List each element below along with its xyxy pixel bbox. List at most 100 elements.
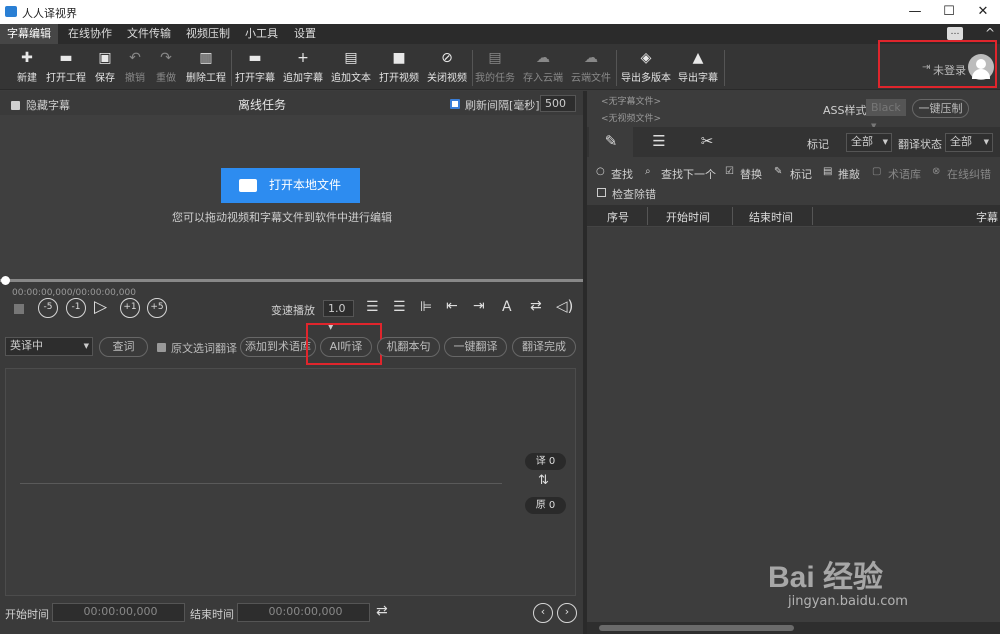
close-button[interactable]: ✕ xyxy=(974,3,992,21)
machine-translate-button[interactable]: 机翻本句 xyxy=(377,337,440,357)
tab-tools[interactable]: ✂ xyxy=(685,127,729,157)
menu-settings[interactable]: 设置 xyxy=(287,24,323,44)
online-correct-button[interactable]: 在线纠错 xyxy=(947,166,991,182)
swap-icon[interactable]: ⇄ xyxy=(530,298,542,314)
avatar[interactable] xyxy=(968,54,994,80)
tab-edit[interactable]: ✎ xyxy=(589,127,633,157)
open-local-file-button[interactable]: 打开本地文件 xyxy=(221,168,360,203)
edit-area[interactable]: 译 0 ⇅ 原 0 xyxy=(5,368,576,596)
align-middle-icon[interactable]: ☰ xyxy=(393,299,406,315)
orig-select-checkbox[interactable] xyxy=(157,343,166,352)
find-button[interactable]: 查找 xyxy=(611,166,633,182)
glossary-button[interactable]: 术语库 xyxy=(888,166,921,182)
prev-icon[interactable]: ‹ xyxy=(533,603,553,623)
menu-video-compress[interactable]: 视频压制 xyxy=(179,24,237,44)
rewind-1-icon[interactable]: -1 xyxy=(66,298,86,318)
rewind-5-icon[interactable]: -5 xyxy=(38,298,58,318)
review-button[interactable]: 推敲 xyxy=(838,166,860,182)
font-size-icon[interactable]: A xyxy=(502,299,512,315)
refresh-interval-input[interactable]: 500 xyxy=(540,95,576,112)
check-errors-checkbox[interactable] xyxy=(597,188,606,197)
stop-icon[interactable] xyxy=(14,304,24,314)
progress-track[interactable] xyxy=(0,279,583,282)
volume-icon[interactable]: ◁) xyxy=(556,297,573,315)
append-text-button[interactable]: ▤ 追加文本 xyxy=(330,48,372,88)
menu-subtitle-edit[interactable]: 字幕编辑 xyxy=(0,24,58,44)
replace-button[interactable]: 替换 xyxy=(740,166,762,182)
delete-project-button[interactable]: ▥ 删除工程 xyxy=(184,48,228,88)
scrollbar-thumb[interactable] xyxy=(599,625,794,631)
video-file-name: <无视频文件> xyxy=(601,114,662,124)
refresh-checkbox[interactable] xyxy=(450,99,460,109)
hide-subtitle-label: 隐藏字幕 xyxy=(26,99,70,112)
shift-right-icon[interactable]: ⇥ xyxy=(473,298,485,314)
toolbar: ✚ 新建 ▬ 打开工程 ▣ 保存 ↶ 撤销 ↷ 重做 ▥ 删除工程 ▬ 打开字幕 + 追加字幕 … xyxy=(0,40,1000,90)
menu-tools[interactable]: 小工具 xyxy=(238,24,285,44)
undo-button[interactable]: ↶ 撤销 xyxy=(120,48,150,88)
cloud-files-button[interactable]: ☁ 云端文件 xyxy=(570,48,612,88)
forward-5-icon[interactable]: +5 xyxy=(147,298,167,318)
tools-icon: ✂ xyxy=(700,132,714,150)
save-cloud-button[interactable]: ☁ 存入云端 xyxy=(522,48,564,88)
login-icon: ⇥ xyxy=(922,62,931,73)
video-area[interactable]: 打开本地文件 您可以拖动视频和字幕文件到软件中进行编辑 xyxy=(0,115,583,279)
find-next-button[interactable]: 查找下一个 xyxy=(661,166,716,182)
left-pane: 隐藏字幕 离线任务 刷新间隔[毫秒] 500 打开本地文件 您可以拖动视频和字幕… xyxy=(0,91,583,634)
align-center-icon[interactable]: ☰ xyxy=(366,299,379,315)
clipboard-icon: ▤ xyxy=(488,50,502,66)
maximize-button[interactable]: ☐ xyxy=(940,3,958,21)
tab-list[interactable]: ☰ xyxy=(637,127,681,157)
export-multi-version-button[interactable]: ◈ 导出多版本 xyxy=(620,48,672,88)
cloud-upload-icon: ☁ xyxy=(584,50,598,66)
mark-button[interactable]: 标记 xyxy=(790,166,812,182)
open-video-button[interactable]: ■ 打开视频 xyxy=(378,48,420,88)
forward-1-icon[interactable]: +1 xyxy=(120,298,140,318)
speed-select[interactable]: 1.0 ▼ xyxy=(323,300,354,331)
original-count-badge: 原 0 xyxy=(525,497,566,514)
watermark-brand: Bai 经验 xyxy=(768,561,884,594)
next-icon[interactable]: › xyxy=(557,603,577,623)
mark-filter-select[interactable]: 全部 ▼ xyxy=(846,133,892,152)
status-filter-select[interactable]: 全部 ▼ xyxy=(945,133,993,152)
shift-left-icon[interactable]: ⇤ xyxy=(446,298,458,314)
translate-done-button[interactable]: 翻译完成 xyxy=(512,337,576,357)
one-click-compress-button[interactable]: 一键压制 xyxy=(912,99,969,118)
close-video-button[interactable]: ⊘ 关闭视频 xyxy=(426,48,468,88)
trash-icon: ▥ xyxy=(199,50,213,66)
plus-icon: + xyxy=(297,50,309,66)
swap-time-icon[interactable]: ⇄ xyxy=(376,603,388,619)
horizontal-scrollbar[interactable] xyxy=(587,622,1000,634)
hide-subtitle-checkbox[interactable] xyxy=(11,101,20,110)
export-icon: ▲ xyxy=(692,50,704,66)
progress-handle[interactable] xyxy=(1,276,10,285)
one-click-translate-button[interactable]: 一键翻译 xyxy=(444,337,507,357)
menu-bar: 字幕编辑 在线协作 文件传输 视频压制 小工具 设置 … ^ xyxy=(0,24,1000,44)
start-time-input[interactable]: 00:00:00,000 xyxy=(52,603,185,622)
login-status[interactable]: 未登录 xyxy=(933,62,966,78)
open-project-button[interactable]: ▬ 打开工程 xyxy=(44,48,88,88)
save-button[interactable]: ▣ 保存 xyxy=(90,48,120,88)
menu-online-collab[interactable]: 在线协作 xyxy=(61,24,119,44)
align-left-icon[interactable]: ⊫ xyxy=(420,299,432,315)
new-button[interactable]: ✚ 新建 xyxy=(12,48,42,88)
language-select[interactable]: 英译中 ▼ xyxy=(5,337,93,356)
ass-style-select[interactable]: Black ▼ xyxy=(866,99,906,130)
minimize-button[interactable]: — xyxy=(906,3,924,21)
export-subtitle-button[interactable]: ▲ 导出字幕 xyxy=(676,48,720,88)
query-word-button[interactable]: 查词 xyxy=(99,337,148,357)
add-glossary-button[interactable]: 添加到术语库 xyxy=(240,337,316,357)
open-subtitle-button[interactable]: ▬ 打开字幕 xyxy=(234,48,276,88)
play-icon[interactable]: ▷ xyxy=(94,297,107,317)
avatar-head-icon xyxy=(976,59,986,69)
swap-vertical-icon[interactable]: ⇅ xyxy=(538,473,549,488)
append-subtitle-button[interactable]: + 追加字幕 xyxy=(282,48,324,88)
menu-file-transfer[interactable]: 文件传输 xyxy=(120,24,178,44)
chat-icon[interactable]: … xyxy=(947,27,963,40)
refresh-interval-label: 刷新间隔[毫秒] xyxy=(465,99,540,112)
end-time-input[interactable]: 00:00:00,000 xyxy=(237,603,370,622)
collapse-icon[interactable]: ^ xyxy=(985,26,995,40)
window-title: 人人译视界 xyxy=(22,7,77,20)
my-tasks-button[interactable]: ▤ 我的任务 xyxy=(474,48,516,88)
redo-button[interactable]: ↷ 重做 xyxy=(151,48,181,88)
undo-icon: ↶ xyxy=(129,50,141,66)
